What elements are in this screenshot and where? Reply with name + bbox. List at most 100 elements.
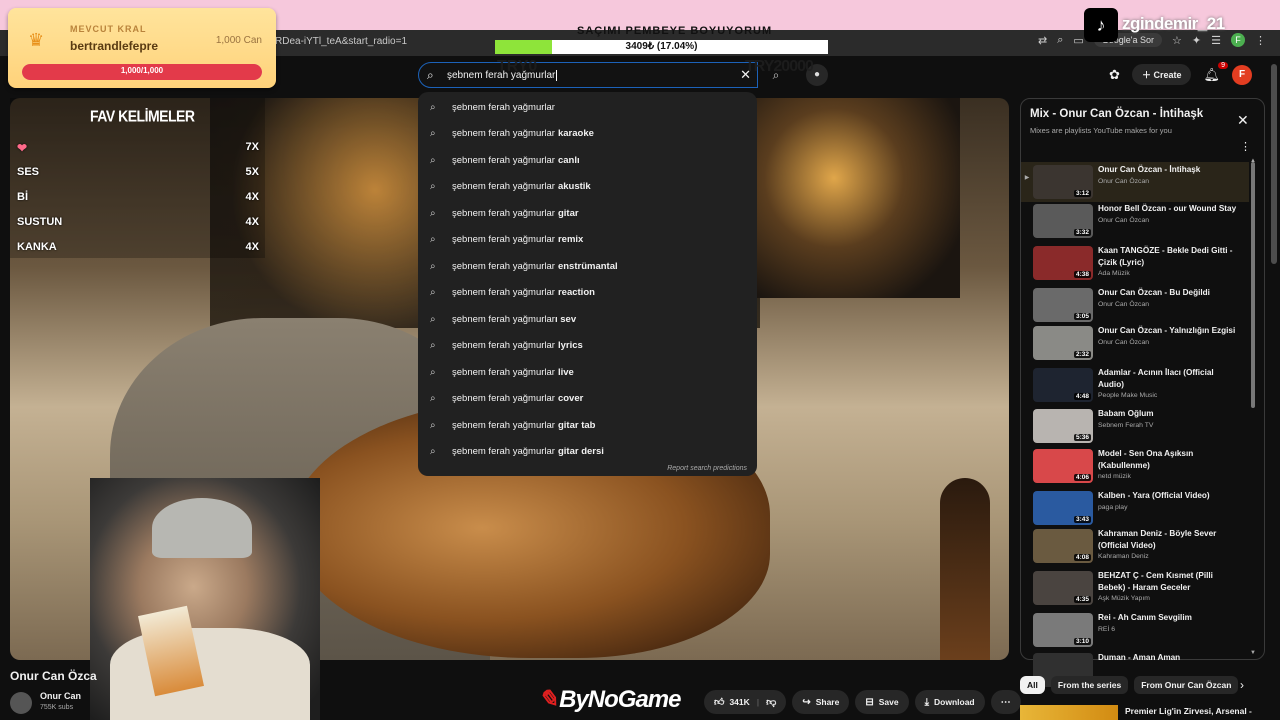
playlist-item[interactable]: 5:36 Babam Oğlum Sebnem Ferah TV bbox=[1021, 406, 1249, 446]
bookmark-star-icon[interactable]: ☆ bbox=[1172, 34, 1182, 47]
playlist-item[interactable]: Duman - Aman Aman bbox=[1021, 650, 1249, 687]
url-text[interactable]: RDea-iYTl_teA&start_radio=1 bbox=[275, 36, 407, 47]
playlist-item[interactable]: 3:05 Onur Can Özcan - Bu Değildi Onur Can … bbox=[1021, 285, 1249, 325]
playlist-item-thumbnail[interactable]: 3:43 bbox=[1033, 491, 1093, 525]
playlist-item-thumbnail[interactable]: 2:32 bbox=[1033, 326, 1093, 360]
playlist-item[interactable]: ▶ 3:12 Onur Can Özcan - İntihaşk Onur Can Ö… bbox=[1021, 162, 1249, 202]
chip-from-channel[interactable]: From Onur Can Özcan bbox=[1134, 676, 1239, 694]
playlist-item-thumbnail[interactable]: 5:36 bbox=[1033, 409, 1093, 443]
search-suggestion-item[interactable]: ⌕ şebnem ferah yağmurlar enstrümantal bbox=[418, 253, 757, 280]
playlist-item-thumbnail[interactable]: 4:08 bbox=[1033, 529, 1093, 563]
like-button[interactable]: 👍︎ 341K | 👎︎ bbox=[704, 690, 787, 714]
profile-avatar[interactable]: F bbox=[1231, 33, 1245, 47]
user-avatar[interactable]: F bbox=[1232, 64, 1252, 85]
playlist-title[interactable]: Mix - Onur Can Özcan - İntihaşk bbox=[1030, 108, 1203, 120]
search-suggestion-item[interactable]: ⌕ şebnem ferah yağmurlar gitar tab bbox=[418, 412, 757, 439]
suggestion-base-text: şebnem ferah yağmurlar bbox=[452, 419, 555, 431]
search-input[interactable]: ⌕ şebnem ferah yağmurlar ✕ bbox=[418, 62, 758, 88]
page-scrollbar[interactable] bbox=[1271, 64, 1277, 264]
playlist-item[interactable]: 2:32 Onur Can Özcan - Yalnızlığın Ezgisi O… bbox=[1021, 323, 1249, 363]
search-suggestion-item[interactable]: ⌕ şebnem ferah yağmurlar canlı bbox=[418, 147, 757, 174]
playlist-item-thumbnail[interactable]: 4:35 bbox=[1033, 571, 1093, 605]
search-suggestion-item[interactable]: ⌕ şebnem ferah yağmurlar lyrics bbox=[418, 333, 757, 360]
suggestion-base-text: şebnem ferah yağmurlar bbox=[452, 446, 555, 458]
search-suggestion-item[interactable]: ⌕ şebnem ferah yağmurlar ı sev bbox=[418, 306, 757, 333]
suggestion-base-text: şebnem ferah yağmurlar bbox=[452, 101, 555, 113]
playlist-item-title[interactable]: Kahraman Deniz - Böyle Sever (Official V… bbox=[1098, 528, 1238, 551]
search-suggestions-dropdown: ⌕ şebnem ferah yağmurlar ⌕ şebnem ferah yağ… bbox=[418, 92, 757, 476]
playlist-item-title[interactable]: Adamlar - Acının İlacı (Official Audio) bbox=[1098, 367, 1238, 390]
channel-avatar[interactable] bbox=[10, 692, 32, 714]
playlist-item[interactable]: 3:43 Kalben - Yara (Official Video) paga p… bbox=[1021, 488, 1249, 528]
playlist-item[interactable]: 4:06 Model - Sen Ona Aşıksın (Kabullenme)… bbox=[1021, 446, 1249, 486]
search-suggestion-item[interactable]: ⌕ şebnem ferah yağmurlar akustik bbox=[418, 174, 757, 201]
suggestion-completion-text: cover bbox=[557, 393, 584, 405]
notifications-bell-icon[interactable]: 🔔︎ 9 bbox=[1203, 61, 1228, 83]
playlist-scrollbar[interactable] bbox=[1251, 162, 1255, 408]
playlist-item-thumbnail[interactable]: 3:12 bbox=[1033, 165, 1093, 199]
chip-from-series[interactable]: From the series bbox=[1050, 676, 1129, 694]
playlist-item[interactable]: 4:35 BEHZAT Ç - Cem Kısmet (Pilli Bebek) … bbox=[1021, 568, 1249, 608]
share-button[interactable]: ↪ Share bbox=[792, 690, 850, 714]
playlist-item-title[interactable]: Duman - Aman Aman bbox=[1098, 652, 1238, 664]
playlist-item-thumbnail[interactable]: 4:48 bbox=[1033, 368, 1093, 402]
playlist-item-title[interactable]: Babam Oğlum bbox=[1098, 408, 1238, 420]
playlist-index bbox=[1021, 526, 1033, 566]
next-video-thumbnail[interactable] bbox=[1020, 705, 1118, 720]
next-video-title[interactable]: Premier Lig'in Zirvesi, Arsenal - bbox=[1125, 706, 1252, 716]
search-suggestion-item[interactable]: ⌕ şebnem ferah yağmurlar remix bbox=[418, 227, 757, 254]
playlist-item-title[interactable]: Onur Can Özcan - Yalnızlığın Ezgisi bbox=[1098, 325, 1238, 337]
suggestion-completion-text: gitar dersi bbox=[557, 446, 604, 458]
search-suggestion-item[interactable]: ⌕ şebnem ferah yağmurlar gitar dersi bbox=[418, 439, 757, 466]
search-suggestion-item[interactable]: ⌕ şebnem ferah yağmurlar cover bbox=[418, 386, 757, 413]
playlist-item[interactable]: 4:48 Adamlar - Acının İlacı (Official Aud… bbox=[1021, 365, 1249, 405]
download-icon: ⤓ bbox=[924, 696, 930, 708]
search-suggestion-item[interactable]: ⌕ şebnem ferah yağmurlar bbox=[418, 94, 757, 121]
thumbs-down-icon[interactable]: 👎︎ bbox=[766, 696, 776, 708]
playlist-item[interactable]: 4:38 Kaan TANGÖZE - Bekle Dedi Gitti - Çi… bbox=[1021, 243, 1249, 283]
playlist-item-title[interactable]: Kalben - Yara (Official Video) bbox=[1098, 490, 1238, 502]
playlist-item-thumbnail[interactable]: 4:06 bbox=[1033, 449, 1093, 483]
report-predictions-link[interactable]: Report search predictions bbox=[667, 465, 747, 472]
bookmark-icon: ⊟ bbox=[865, 696, 874, 708]
playlist-item-channel: REİ 6 bbox=[1098, 625, 1115, 633]
playlist-item[interactable]: 4:08 Kahraman Deniz - Böyle Sever (Offici… bbox=[1021, 526, 1249, 566]
chevron-right-icon[interactable]: › bbox=[1240, 678, 1244, 692]
download-button[interactable]: ⤓ Download bbox=[914, 690, 985, 714]
chip-all[interactable]: All bbox=[1020, 676, 1045, 694]
playlist-item-thumbnail[interactable]: 3:32 bbox=[1033, 204, 1093, 238]
playlist-item-thumbnail[interactable]: 3:05 bbox=[1033, 288, 1093, 322]
playlist-item-title[interactable]: Rei - Ah Canım Sevgilim bbox=[1098, 612, 1238, 624]
ai-sparkle-icon[interactable]: ✿ bbox=[1109, 67, 1120, 83]
translate-icon[interactable]: ⇄ bbox=[1038, 34, 1047, 47]
close-icon[interactable]: ✕ bbox=[1237, 112, 1249, 129]
cast-icon[interactable]: ▭ bbox=[1073, 34, 1083, 47]
zoom-icon[interactable]: ⌕ bbox=[1057, 34, 1063, 47]
suggestion-base-text: şebnem ferah yağmurlar bbox=[452, 234, 555, 246]
more-options-icon[interactable]: ⋮ bbox=[1240, 140, 1251, 153]
create-button[interactable]: ＋ Create bbox=[1131, 64, 1192, 85]
streamer-webcam bbox=[90, 478, 320, 720]
playlist-item[interactable]: 3:10 Rei - Ah Canım Sevgilim REİ 6 bbox=[1021, 610, 1249, 650]
playlist-item-meta: Model - Sen Ona Aşıksın (Kabullenme) netd… bbox=[1098, 446, 1238, 486]
reading-list-icon[interactable]: ☰ bbox=[1211, 34, 1221, 47]
playlist-item[interactable]: 3:32 Honor Bell Özcan - our Wound Stay Onu… bbox=[1021, 201, 1249, 241]
extensions-icon[interactable]: ✦ bbox=[1192, 34, 1201, 47]
search-suggestion-item[interactable]: ⌕ şebnem ferah yağmurlar gitar bbox=[418, 200, 757, 227]
search-suggestion-item[interactable]: ⌕ şebnem ferah yağmurlar karaoke bbox=[418, 121, 757, 148]
search-suggestion-item[interactable]: ⌕ şebnem ferah yağmurlar live bbox=[418, 359, 757, 386]
playlist-item-thumbnail[interactable]: 3:10 bbox=[1033, 613, 1093, 647]
playlist-item-title[interactable]: Honor Bell Özcan - our Wound Stay bbox=[1098, 203, 1238, 215]
scroll-down-arrow-icon[interactable]: ▼ bbox=[1250, 650, 1256, 656]
playlist-item-title[interactable]: Model - Sen Ona Aşıksın (Kabullenme) bbox=[1098, 448, 1238, 471]
more-actions-button[interactable]: ⋯ bbox=[990, 690, 1021, 714]
search-suggestion-item[interactable]: ⌕ şebnem ferah yağmurlar reaction bbox=[418, 280, 757, 307]
menu-icon[interactable]: ⋮ bbox=[1255, 34, 1266, 47]
playlist-item-title[interactable]: BEHZAT Ç - Cem Kısmet (Pilli Bebek) - Ha… bbox=[1098, 570, 1238, 593]
playlist-item-title[interactable]: Onur Can Özcan - Bu Değildi bbox=[1098, 287, 1238, 299]
playlist-item-title[interactable]: Onur Can Özcan - İntihaşk bbox=[1098, 164, 1238, 176]
playlist-item-title[interactable]: Kaan TANGÖZE - Bekle Dedi Gitti - Çizik … bbox=[1098, 245, 1238, 268]
channel-name[interactable]: Onur Can bbox=[40, 691, 81, 701]
save-button[interactable]: ⊟ Save bbox=[855, 690, 909, 714]
playlist-item-thumbnail[interactable]: 4:38 bbox=[1033, 246, 1093, 280]
